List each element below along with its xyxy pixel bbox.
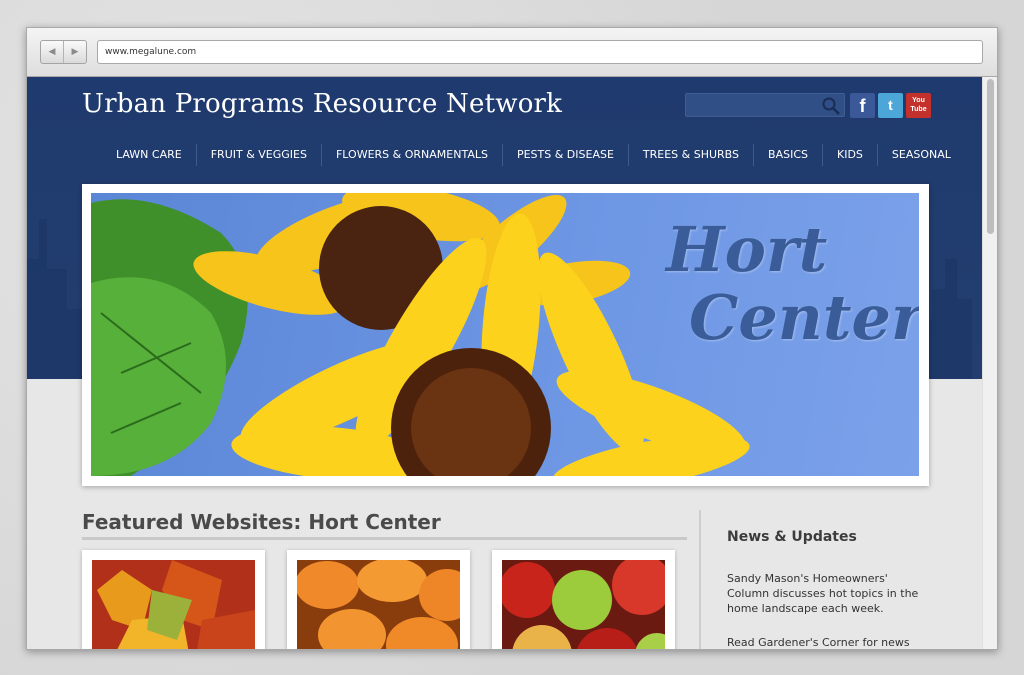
browser-window: ◀ ▶ www.megalune.com Urban Programs Reso… [26,27,998,650]
nav-item-basics[interactable]: BASICS [753,144,822,166]
forward-arrow-icon[interactable]: ▶ [64,41,86,63]
autumn-leaves-image [92,560,255,649]
history-buttons: ◀ ▶ [40,40,87,64]
nav-item-fruit-veggies[interactable]: FRUIT & VEGGIES [195,144,321,166]
nav-item-flowers-ornamentals[interactable]: FLOWERS & ORNAMENTALS [320,144,502,166]
banner-title-line1: Hort [666,213,828,286]
featured-card-apples[interactable] [492,550,675,649]
sunflower-image: Hort Center [91,193,919,476]
hero-banner: Hort Center [82,184,929,486]
page-scrollbar[interactable] [982,77,997,649]
news-item-gardeners-corner[interactable]: Read Gardener's Corner for news [727,635,927,649]
nav-item-kids[interactable]: KIDS [822,144,877,166]
address-bar[interactable]: www.megalune.com [97,40,983,64]
search-input[interactable] [685,93,845,117]
apples-image [502,560,665,649]
featured-divider [82,537,687,540]
back-arrow-icon[interactable]: ◀ [41,41,64,63]
nav-item-pests-disease[interactable]: PESTS & DISEASE [501,144,628,166]
featured-heading: Featured Websites: Hort Center [82,510,441,534]
banner-title-line2: Center [689,281,919,354]
browser-toolbar: ◀ ▶ www.megalune.com [27,28,997,77]
main-navigation: LAWN CARE FRUIT & VEGGIES FLOWERS & ORNA… [102,144,965,166]
site-title[interactable]: Urban Programs Resource Network [82,89,562,119]
nav-item-seasonal[interactable]: SEASONAL [876,144,965,166]
youtube-icon[interactable]: You Tube [906,93,931,118]
search-icon[interactable] [822,97,840,115]
news-item-homeowners-column[interactable]: Sandy Mason's Homeowners' Column discuss… [727,571,927,616]
scrollbar-thumb[interactable] [987,79,994,234]
facebook-icon[interactable]: f [850,93,875,118]
featured-card-leaves[interactable] [82,550,265,649]
sidebar-divider [699,510,701,649]
featured-card-pumpkins[interactable] [287,550,470,649]
news-heading: News & Updates [727,529,857,545]
twitter-icon[interactable]: t [878,93,903,118]
page-viewport: Urban Programs Resource Network f t You … [27,77,984,649]
nav-item-trees-shrubs[interactable]: TREES & SHURBS [627,144,753,166]
pumpkins-image [297,560,460,649]
nav-item-lawn-care[interactable]: LAWN CARE [102,144,196,166]
